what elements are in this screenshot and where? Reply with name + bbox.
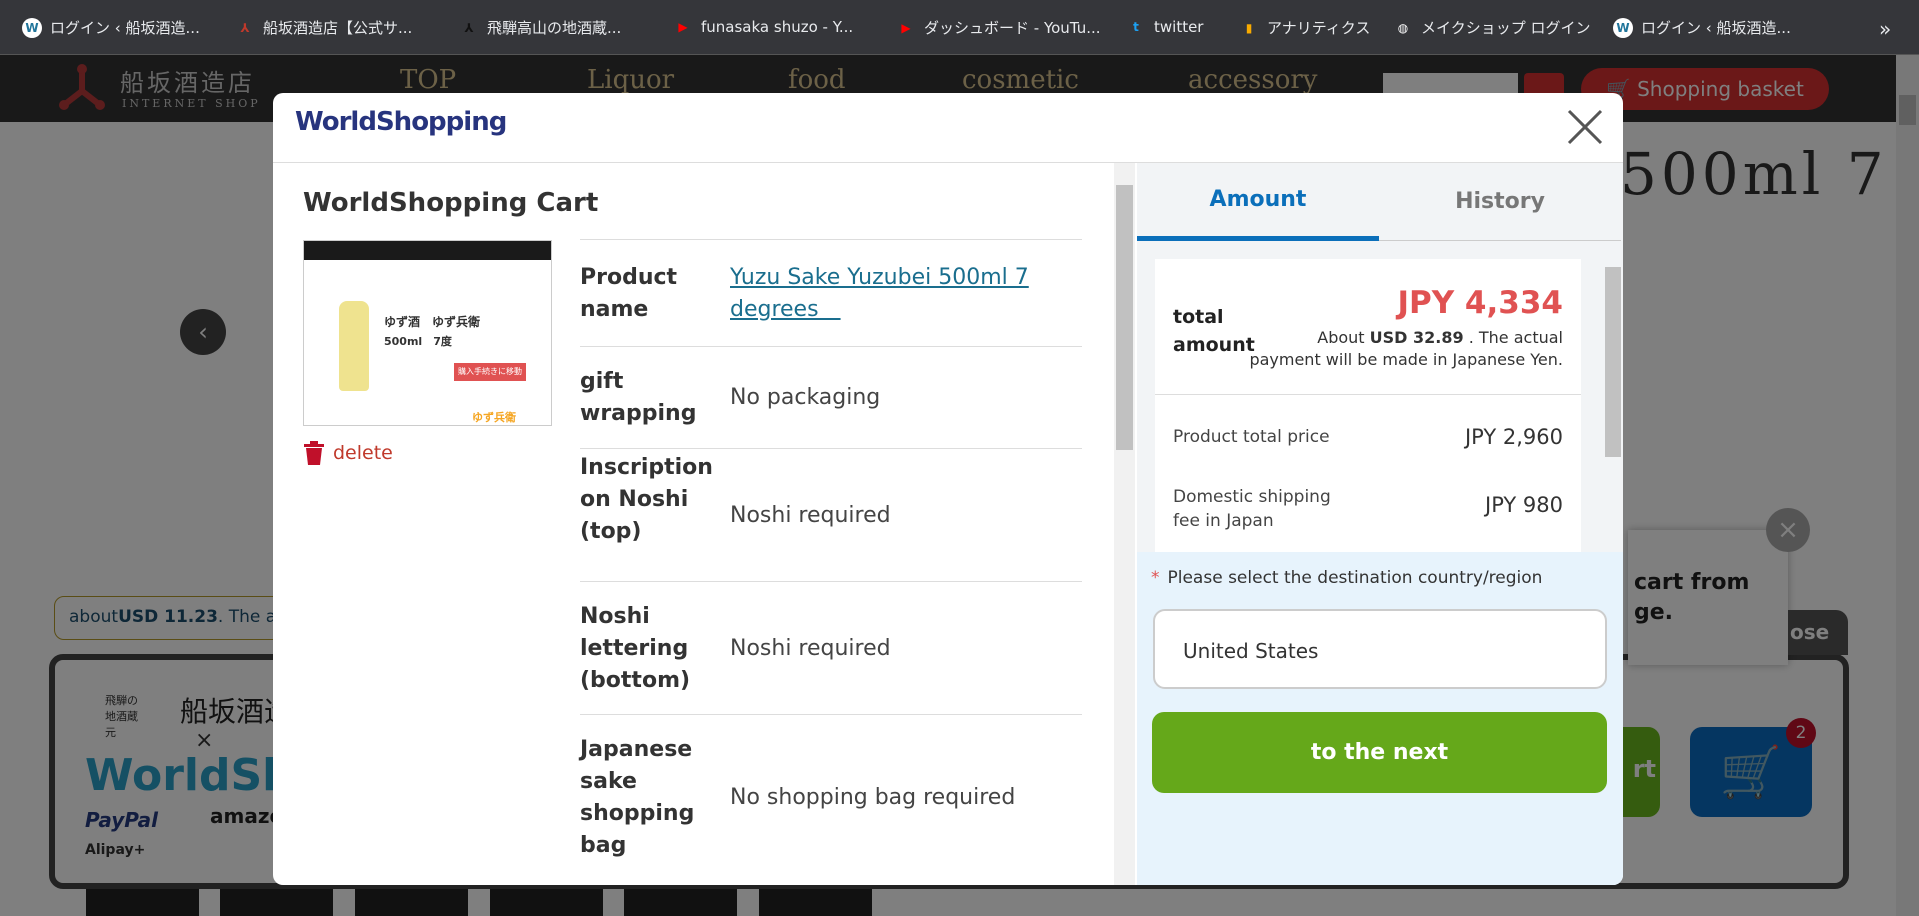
- row-label: Noshi lettering (bottom): [580, 603, 691, 693]
- cart-row: Japanese sake shopping bag No shopping ba…: [580, 714, 1082, 879]
- cart-row: Inscription on Noshi (top) Noshi required: [580, 448, 1082, 581]
- bookmark-item[interactable]: W ログイン ‹ 船坂酒造...: [1613, 17, 1791, 38]
- checkout-section: * Please select the destination country/r…: [1137, 552, 1623, 885]
- usd-estimate: About USD 32.89 . The actual payment wil…: [1249, 328, 1563, 369]
- row-label: gift wrapping: [580, 369, 697, 426]
- funasaka-logo-icon: ⅄: [464, 20, 474, 35]
- total-amount: JPY 4,334: [1397, 285, 1563, 321]
- bookmark-label: 飛騨高山の地酒蔵...: [487, 19, 622, 37]
- analytics-icon: ▮: [1245, 20, 1253, 35]
- tab-amount[interactable]: Amount: [1137, 163, 1379, 241]
- total-label: total amount: [1173, 306, 1255, 356]
- row-label: Product name: [580, 264, 678, 322]
- bottle-image: [339, 301, 369, 391]
- country-label: * Please select the destination country/r…: [1151, 568, 1543, 588]
- bookmark-item[interactable]: ▶ ダッシュボード - YouTu...: [896, 17, 1101, 38]
- thumb-size: 500ml 7度: [384, 335, 452, 348]
- bookmark-item[interactable]: W ログイン ‹ 船坂酒造...: [22, 17, 200, 38]
- bookmark-label: ログイン ‹ 船坂酒造...: [50, 19, 200, 37]
- amount-scrollbar[interactable]: [1603, 249, 1623, 549]
- bookmark-item[interactable]: ▮ アナリティクス: [1239, 17, 1371, 38]
- amount-panel: Amount History total amount JPY 4,334 Ab…: [1137, 163, 1623, 885]
- bookmark-label: アナリティクス: [1267, 19, 1371, 37]
- row-value: Noshi required: [730, 635, 891, 661]
- delete-label: delete: [333, 442, 393, 464]
- wordpress-icon: W: [1613, 17, 1633, 38]
- thumb-brand: ゆず兵衛: [472, 411, 516, 424]
- cart-row: Product name Yuzu Sake Yuzubei 500ml 7 de…: [580, 239, 1082, 346]
- row-label: Japanese sake shopping bag: [580, 736, 695, 858]
- youtube-icon: ▶: [678, 20, 688, 34]
- cart-scrollbar[interactable]: [1114, 163, 1135, 885]
- bookmark-label: メイクショップ ログイン: [1421, 19, 1591, 37]
- worldshopping-logo: WorldShopping: [295, 107, 507, 137]
- close-icon[interactable]: [1561, 103, 1609, 151]
- bookmark-label: funasaka shuzo - Y...: [701, 18, 854, 36]
- next-button[interactable]: to the next: [1152, 712, 1607, 793]
- trash-icon: [304, 441, 324, 465]
- bookmarks-bar: W ログイン ‹ 船坂酒造... ⅄ 船坂酒造店【公式サ... ⅄ 飛騨高山の地酒蔵...…: [0, 0, 1919, 55]
- bookmark-label: ダッシュボード - YouTu...: [924, 19, 1101, 37]
- row-label: Inscription on Noshi (top): [580, 454, 713, 544]
- country-select[interactable]: United States: [1153, 609, 1607, 689]
- amount-summary: total amount JPY 4,334 About USD 32.89 .…: [1155, 259, 1581, 552]
- worldshopping-cart-modal: WorldShopping WorldShopping Cart ゆず酒 ゆず兵…: [273, 93, 1623, 885]
- fee-row: Product total price JPY 2,960: [1173, 425, 1563, 449]
- row-value: No packaging: [730, 385, 881, 410]
- thumb-name: ゆず酒 ゆず兵衛: [384, 315, 481, 329]
- fee-amount: JPY 2,960: [1464, 425, 1563, 449]
- row-value: No shopping bag required: [730, 784, 1016, 810]
- bookmark-label: twitter: [1154, 18, 1204, 36]
- modal-header: WorldShopping: [273, 93, 1623, 163]
- youtube-icon: ▶: [901, 20, 911, 35]
- bookmark-item[interactable]: ◍ メイクショップ ログイン: [1393, 17, 1591, 38]
- bookmark-label: 船坂酒造店【公式サ...: [263, 19, 413, 37]
- bookmark-item[interactable]: t twitter: [1126, 17, 1203, 37]
- bookmark-item[interactable]: ▶ funasaka shuzo - Y...: [673, 17, 853, 37]
- product-thumbnail: ゆず酒 ゆず兵衛 500ml 7度 購入手続きに移動 ゆず兵衛: [303, 240, 552, 426]
- fee-amount: JPY 980: [1485, 493, 1563, 517]
- fee-row: Domestic shipping fee in Japan JPY 980: [1173, 485, 1563, 533]
- cart-row: Noshi lettering (bottom) Noshi required: [580, 581, 1082, 714]
- globe-icon: ◍: [1397, 20, 1409, 35]
- product-name-link[interactable]: Yuzu Sake Yuzubei 500ml 7 degrees: [730, 262, 1030, 326]
- cart-title: WorldShopping Cart: [303, 188, 599, 218]
- twitter-icon: t: [1133, 20, 1139, 34]
- bookmarks-overflow-button[interactable]: »: [1879, 17, 1891, 41]
- delete-button[interactable]: delete: [303, 441, 393, 465]
- fee-label: Product total price: [1173, 427, 1330, 447]
- fee-label: Domestic shipping fee in Japan: [1173, 487, 1331, 531]
- wordpress-icon: W: [22, 17, 42, 38]
- funasaka-logo-icon: ⅄: [240, 20, 250, 35]
- tab-history[interactable]: History: [1379, 163, 1621, 241]
- bookmark-item[interactable]: ⅄ 船坂酒造店【公式サ...: [235, 17, 412, 38]
- bookmark-label: ログイン ‹ 船坂酒造...: [1641, 19, 1791, 37]
- bookmark-item[interactable]: ⅄ 飛騨高山の地酒蔵...: [459, 17, 621, 38]
- thumb-button: 購入手続きに移動: [454, 363, 526, 381]
- row-value: Noshi required: [730, 502, 891, 528]
- cart-row: gift wrapping No packaging: [580, 346, 1082, 448]
